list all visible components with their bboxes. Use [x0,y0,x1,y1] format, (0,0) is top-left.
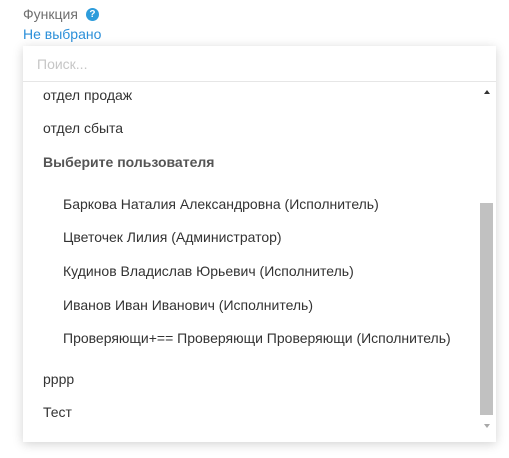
option-item[interactable]: Иванов Иван Иванович (Исполнитель) [63,297,313,313]
scroll-thumb[interactable] [480,203,493,415]
arrow-down-icon[interactable] [484,424,490,428]
option-item[interactable]: Проверяющи+== Проверяющи Проверяющи (Исп… [63,330,451,346]
option-item[interactable]: отдел продаж [43,87,132,103]
function-label-row: Функция ? [23,4,101,24]
function-field: Функция ? Не выбрано [23,4,101,44]
function-value-link[interactable]: Не выбрано [23,26,101,42]
option-item[interactable]: рррр [43,371,74,387]
function-label: Функция [23,6,78,22]
function-dropdown: отдел продаж отдел сбыта Выберите пользо… [23,46,496,442]
search-input[interactable] [23,46,496,81]
option-item[interactable]: Кудинов Владислав Юрьевич (Исполнитель) [63,263,354,279]
option-item[interactable]: отдел сбыта [43,120,123,136]
option-item[interactable]: Баркова Наталия Александровна (Исполните… [63,196,379,212]
search-box [23,46,496,82]
option-item[interactable]: Цветочек Лилия (Администратор) [63,229,282,245]
question-circle-icon[interactable]: ? [85,7,99,21]
option-item[interactable]: Тест [43,404,72,420]
scrollbar[interactable] [478,82,496,442]
options-list: отдел продаж отдел сбыта Выберите пользо… [23,82,478,442]
arrow-up-icon[interactable] [484,90,490,94]
option-group-header: Выберите пользователя [43,154,215,170]
